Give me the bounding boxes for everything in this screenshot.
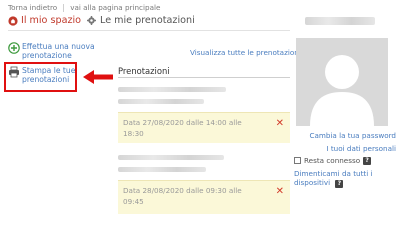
header-divider <box>8 30 290 31</box>
stay-connected-checkbox[interactable] <box>294 157 301 164</box>
view-all-bookings-link[interactable]: Visualizza tutte le prenotazioni <box>190 48 301 57</box>
booking-item: Data 27/08/2020 dalle 14:00 alle 18:30 ✕ <box>118 112 290 143</box>
stay-connected-label: Resta connesso <box>304 156 361 165</box>
top-navigation: Torna indietro vai alla pagina principal… <box>8 3 160 12</box>
page-title: Le mie prenotazioni <box>100 15 195 26</box>
booking-date: Data 27/08/2020 dalle 14:00 alle 18:30 <box>123 118 242 138</box>
back-link[interactable]: Torna indietro <box>8 3 57 12</box>
blurred-booking-info <box>118 99 204 104</box>
delete-booking-icon[interactable]: ✕ <box>276 119 284 129</box>
forget-devices-link[interactable]: Dimenticami da tutti i dispositivi ? <box>294 169 398 188</box>
gear-icon <box>87 16 97 25</box>
help-icon[interactable]: ? <box>363 156 372 165</box>
new-booking-button[interactable]: Effettua una nuova prenotazione <box>8 42 108 60</box>
blurred-user-name <box>305 17 375 25</box>
breadcrumb: Il mio spazio Le mie prenotazioni <box>8 15 195 26</box>
personal-data-link[interactable]: I tuoi dati personali <box>292 144 396 153</box>
booking-date: Data 28/08/2020 dalle 09:30 alle 09:45 <box>123 186 242 206</box>
section-title: Prenotazioni <box>118 66 170 76</box>
stay-connected-row: Resta connesso ? <box>294 156 372 165</box>
nav-divider <box>63 3 65 12</box>
home-link[interactable]: vai alla pagina principale <box>70 3 160 12</box>
booking-item: Data 28/08/2020 dalle 09:30 alle 09:45 ✕ <box>118 180 290 214</box>
delete-booking-icon[interactable]: ✕ <box>276 187 284 197</box>
help-icon[interactable]: ? <box>335 180 344 188</box>
annotation-highlight-box <box>4 62 77 92</box>
blurred-booking-info <box>118 167 206 172</box>
user-placeholder-icon <box>310 55 374 126</box>
blurred-booking-info <box>118 87 226 92</box>
add-circle-icon <box>8 42 20 54</box>
blurred-booking-info <box>118 155 224 160</box>
section-divider <box>118 77 290 78</box>
breadcrumb-my-space[interactable]: Il mio spazio <box>21 15 81 26</box>
avatar <box>296 38 388 126</box>
new-booking-label: Effettua una nuova prenotazione <box>22 42 95 60</box>
forget-devices-label: Dimenticami da tutti i dispositivi <box>294 169 373 187</box>
annotation-arrow-icon <box>83 70 113 84</box>
change-password-link[interactable]: Cambia la tua password <box>292 131 396 140</box>
home-icon <box>8 15 18 26</box>
